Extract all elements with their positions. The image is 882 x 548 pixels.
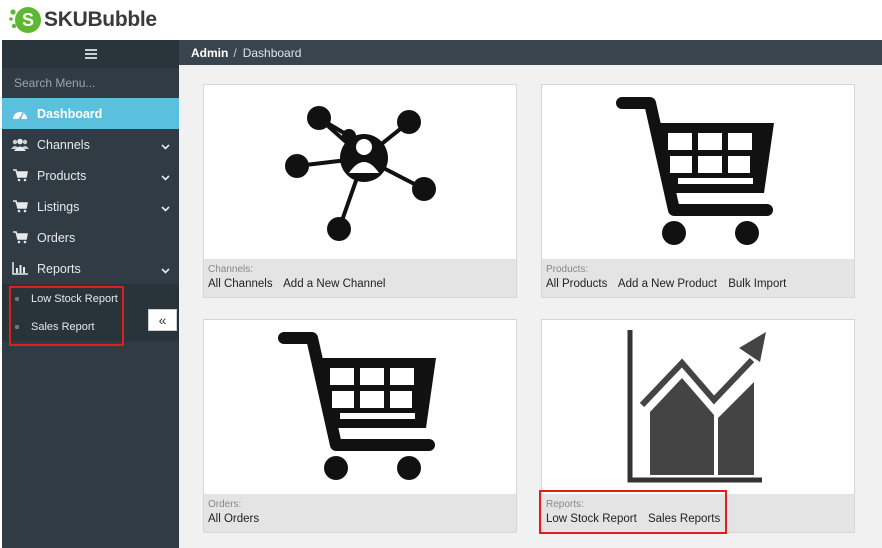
- card-footer: Products: All Products Add a New Product…: [542, 259, 854, 297]
- svg-text:S: S: [22, 10, 34, 30]
- link-add-new-product[interactable]: Add a New Product: [618, 278, 717, 290]
- card-title: Products:: [546, 264, 589, 275]
- sidebar-item-label: Products: [37, 168, 87, 183]
- breadcrumb-dashboard: Dashboard: [242, 45, 302, 60]
- card-orders: Orders: All Orders: [203, 319, 517, 533]
- link-all-channels[interactable]: All Channels: [208, 278, 273, 290]
- sidebar-item-listings[interactable]: Listings: [2, 191, 179, 222]
- breadcrumb-admin[interactable]: Admin: [191, 46, 228, 60]
- skububble-logo-icon: S: [8, 5, 42, 35]
- breadcrumb: Admin / Dashboard: [179, 40, 882, 65]
- card-channels: Channels: All Channels Add a New Channel: [203, 84, 517, 298]
- hamburger-icon: [84, 46, 97, 63]
- network-people-icon[interactable]: [204, 85, 516, 259]
- cart-icon[interactable]: [204, 320, 516, 494]
- brand-name: SKUBubble: [44, 8, 157, 31]
- sidebar-item-dashboard[interactable]: Dashboard: [2, 98, 179, 129]
- cart-icon: [11, 200, 29, 214]
- sidebar-item-products[interactable]: Products: [2, 160, 179, 191]
- card-products: Products: All Products Add a New Product…: [541, 84, 855, 298]
- cart-icon: [11, 169, 29, 183]
- sidebar-item-label: Orders: [37, 230, 76, 245]
- search-menu-input[interactable]: [14, 76, 164, 90]
- double-chevron-left-icon: «: [158, 312, 167, 328]
- card-title: Channels:: [208, 264, 254, 275]
- sidebar-item-label: Channels: [37, 137, 90, 152]
- brand-logo[interactable]: S SKUBubble: [8, 5, 157, 35]
- sidebar-collapse-button[interactable]: «: [148, 309, 177, 331]
- sidebar-toggle-button[interactable]: [2, 40, 179, 68]
- link-bulk-import[interactable]: Bulk Import: [728, 278, 786, 290]
- sidebar-search: [2, 68, 179, 98]
- card-footer: Channels: All Channels Add a New Channel: [204, 259, 516, 297]
- users-icon: [11, 138, 29, 152]
- card-title: Orders:: [208, 499, 242, 510]
- sidebar-item-orders[interactable]: Orders: [2, 222, 179, 253]
- chevron-down-icon: [161, 202, 170, 212]
- sidebar-item-label: Listings: [37, 199, 80, 214]
- cart-icon: [11, 231, 29, 245]
- card-footer: Orders: All Orders: [204, 494, 516, 532]
- chevron-down-icon: [161, 140, 170, 150]
- link-add-new-channel[interactable]: Add a New Channel: [283, 278, 385, 290]
- highlight-box-report-links: [539, 490, 727, 534]
- breadcrumb-separator: /: [233, 45, 237, 60]
- link-all-products[interactable]: All Products: [546, 278, 607, 290]
- chevron-down-icon: [161, 171, 170, 181]
- chevron-down-icon: [161, 264, 170, 274]
- sidebar-item-channels[interactable]: Channels: [2, 129, 179, 160]
- top-bar: S SKUBubble: [0, 0, 882, 40]
- dashboard-main: Channels: All Channels Add a New Channel: [179, 65, 882, 548]
- bar-chart-icon: [11, 262, 29, 276]
- link-all-orders[interactable]: All Orders: [208, 513, 259, 525]
- growth-chart-icon[interactable]: [542, 320, 854, 494]
- sidebar-item-label: Reports: [37, 261, 81, 276]
- speedometer-icon: [11, 107, 29, 121]
- sidebar-item-label: Dashboard: [37, 106, 103, 121]
- sidebar-item-reports[interactable]: Reports: [2, 253, 179, 284]
- highlight-box-sidebar-reports: [9, 286, 124, 346]
- cart-icon[interactable]: [542, 85, 854, 259]
